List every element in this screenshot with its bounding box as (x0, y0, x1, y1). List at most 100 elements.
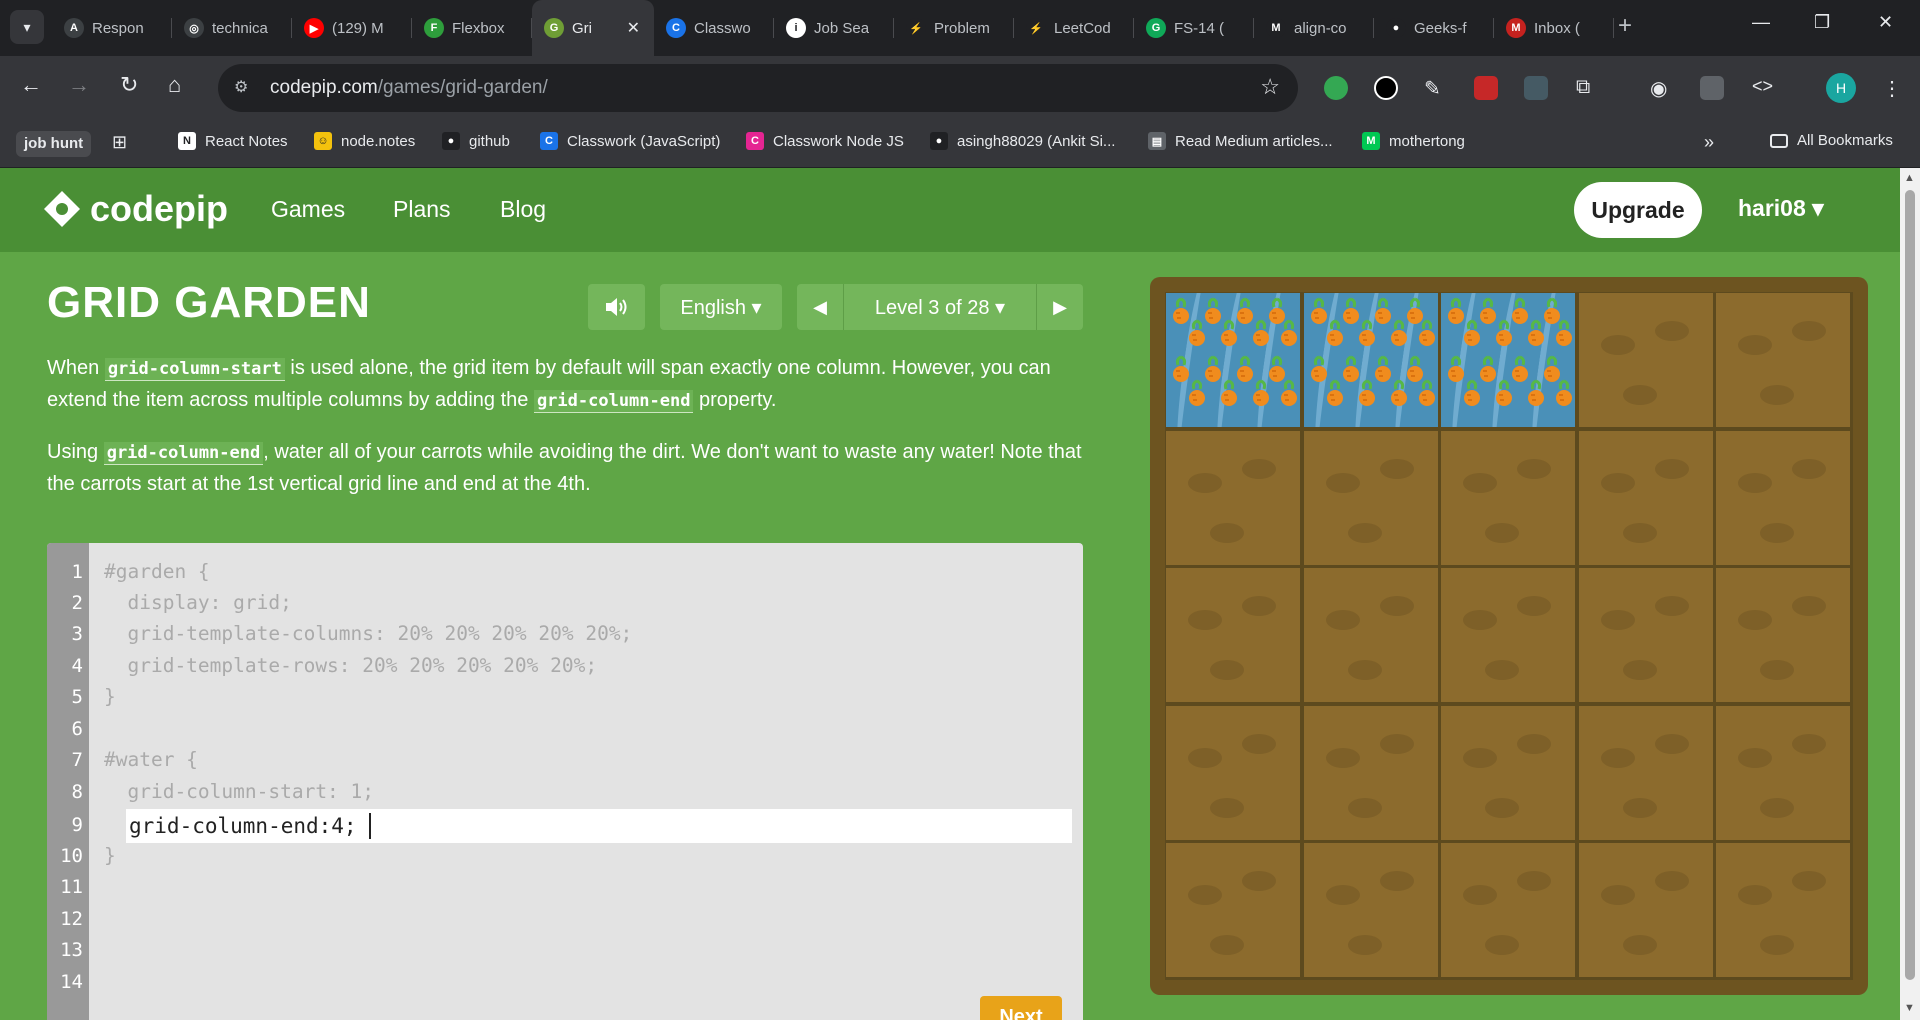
code-answer-input[interactable] (126, 809, 1072, 843)
address-bar[interactable]: ⚙ codepip.com/games/grid-garden/ ☆ (218, 64, 1298, 112)
page-scrollbar[interactable]: ▲ ▼ (1900, 168, 1920, 1020)
next-button[interactable]: Next (980, 996, 1062, 1020)
tab-close-icon[interactable]: ✕ (627, 18, 640, 38)
dirt-cell (1303, 705, 1438, 840)
browser-tab[interactable]: M Inbox ( (1494, 0, 1614, 56)
bookmark-item[interactable]: C Classwork Node JS (746, 132, 904, 150)
extensions-puzzle-icon[interactable]: ⧉ (1576, 76, 1600, 100)
bookmark-star-icon[interactable]: ☆ (1260, 74, 1280, 100)
browser-tab[interactable]: ● Geeks-f (1374, 0, 1494, 56)
bookmark-favicon-icon: ▤ (1148, 132, 1166, 150)
bookmark-label: github (469, 132, 510, 150)
bookmark-item[interactable]: N React Notes (178, 132, 288, 150)
browser-tab[interactable]: C Classwo (654, 0, 774, 56)
browser-tab[interactable]: ⚡ LeetCod (1014, 0, 1134, 56)
carrot-icon (1461, 379, 1483, 409)
previous-level-icon[interactable]: ◀ (797, 284, 843, 330)
bookmark-item[interactable]: C Classwork (JavaScript) (540, 132, 720, 150)
line-number: 3 (71, 623, 83, 645)
back-arrow-icon[interactable]: ← (20, 72, 42, 98)
dirt-bump (1654, 871, 1689, 891)
tab-favicon-icon: G (544, 18, 564, 38)
bookmark-item[interactable]: Mmothertong (1362, 132, 1465, 150)
screenshot-icon[interactable]: ◉ (1650, 76, 1674, 100)
nav-games[interactable]: Games (271, 196, 345, 223)
bookmark-item[interactable]: ● asingh88029 (Ankit Si... (930, 132, 1115, 150)
browser-tab[interactable]: G Gri ✕ (532, 0, 654, 56)
forward-arrow-icon[interactable]: → (68, 72, 90, 98)
browser-tab[interactable]: i Job Sea (774, 0, 894, 56)
bookmark-item[interactable]: ▤ Read Medium articles... (1148, 132, 1333, 150)
apps-grid-icon[interactable]: ⊞ (112, 132, 127, 153)
carrot-icon (1493, 379, 1515, 409)
bookmark-label: React Notes (205, 132, 288, 150)
next-level-icon[interactable]: ▶ (1037, 284, 1083, 330)
dirt-cell (1303, 568, 1438, 702)
dirt-bump (1738, 472, 1772, 493)
dirt-bump (1792, 871, 1826, 891)
url-text: codepip.com/games/grid-garden/ (270, 77, 548, 98)
extension-triangle-icon[interactable] (1374, 76, 1398, 100)
browser-menu-icon[interactable]: ⋮ (1882, 76, 1906, 100)
browser-tab[interactable]: A Respon (52, 0, 172, 56)
close-window-icon[interactable]: ✕ (1878, 12, 1893, 33)
all-bookmarks-label: All Bookmarks (1797, 132, 1893, 149)
profile-avatar[interactable]: H (1826, 73, 1856, 103)
carrot-icon (1553, 319, 1575, 349)
dirt-cell (1578, 568, 1713, 702)
tab-title: Respon (92, 19, 144, 37)
browser-tab[interactable]: Malign-co (1254, 0, 1374, 56)
restore-window-icon[interactable]: ❐ (1814, 12, 1830, 33)
dirt-bump (1654, 458, 1689, 479)
dirt-bump (1463, 610, 1497, 630)
bookmark-favicon-icon: N (178, 132, 196, 150)
scroll-up-icon[interactable]: ▲ (1904, 172, 1915, 184)
line-number: 2 (71, 592, 83, 614)
codepip-logo[interactable]: codepip (42, 188, 228, 230)
dirt-bump (1517, 871, 1551, 891)
code-term: grid-column-end (103, 442, 264, 465)
carrot-icon (1324, 379, 1346, 409)
new-tab-button[interactable]: + (1618, 12, 1632, 40)
tab-title: LeetCod (1054, 19, 1111, 37)
scroll-down-icon[interactable]: ▼ (1904, 1002, 1915, 1014)
upgrade-button[interactable]: Upgrade (1574, 182, 1702, 238)
scrollbar-thumb[interactable] (1905, 190, 1915, 980)
tab-search-button[interactable]: ▾ (10, 10, 44, 44)
bookmark-group-job-hunt[interactable]: job hunt (16, 131, 92, 157)
tab-favicon-icon: ⚡ (906, 18, 926, 38)
browser-tab[interactable]: G FS-14 ( (1134, 0, 1254, 56)
translate-icon[interactable] (1700, 76, 1724, 100)
nav-plans[interactable]: Plans (393, 196, 451, 223)
minimize-window-icon[interactable]: — (1752, 12, 1770, 33)
code-line: } (104, 844, 116, 867)
user-menu[interactable]: hari08 ▾ (1738, 195, 1824, 222)
more-bookmarks-chevron-icon[interactable]: » (1704, 132, 1714, 153)
home-icon[interactable]: ⌂ (168, 72, 181, 98)
dirt-cell (1578, 705, 1713, 840)
nav-blog[interactable]: Blog (500, 196, 546, 223)
extension-pen-icon[interactable]: ✎ (1424, 76, 1448, 100)
browser-tab[interactable]: ◎ technica (172, 0, 292, 56)
line-number: 14 (60, 971, 83, 993)
all-bookmarks-button[interactable]: All Bookmarks (1770, 132, 1893, 149)
extension-robot-icon[interactable] (1324, 76, 1348, 100)
browser-tab[interactable]: ▶ (129) M (292, 0, 412, 56)
bookmark-item[interactable]: ☺ node.notes (314, 132, 415, 150)
sound-toggle-button[interactable] (588, 284, 645, 330)
browser-tab[interactable]: ⚡ Problem (894, 0, 1014, 56)
dirt-cell (1303, 430, 1438, 565)
language-select[interactable]: English ▾ (660, 284, 782, 330)
extension-shield-icon[interactable] (1474, 76, 1498, 100)
extension-dark-icon[interactable] (1524, 76, 1548, 100)
bookmark-item[interactable]: ● github (442, 132, 510, 150)
reload-icon[interactable]: ↻ (120, 72, 138, 98)
devtools-code-icon[interactable]: <> (1752, 76, 1776, 100)
site-info-icon[interactable]: ⚙ (234, 77, 248, 97)
carrot-icon (1416, 319, 1438, 349)
browser-tab[interactable]: F Flexbox (412, 0, 532, 56)
bookmark-favicon-icon: C (540, 132, 558, 150)
text-caret (369, 813, 371, 839)
level-indicator[interactable]: Level 3 of 28 ▾ (844, 284, 1036, 330)
dirt-bump (1760, 385, 1794, 405)
